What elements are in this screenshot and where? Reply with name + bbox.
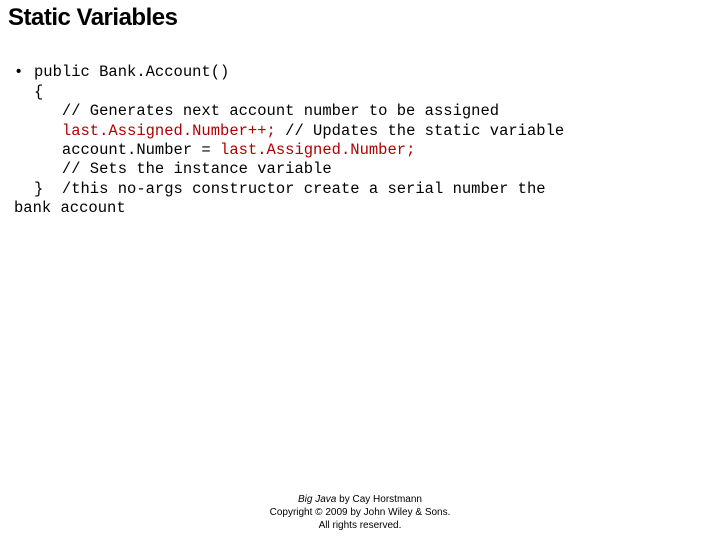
bullet-icon: • xyxy=(14,63,28,82)
footer-line-3: All rights reserved. xyxy=(0,519,720,532)
footer-author: by Cay Horstmann xyxy=(336,494,422,505)
footer-line-1: Big Java by Cay Horstmann xyxy=(0,493,720,506)
code-line-4-indent xyxy=(34,122,62,140)
code-line-4-red: last.Assigned.Number++; xyxy=(62,122,276,140)
code-line-5-red: last.Assigned.Number; xyxy=(220,141,415,159)
code-line-2: { xyxy=(34,83,43,101)
code-line-4-tail: // Updates the static variable xyxy=(276,122,564,140)
slide: Static Variables • public Bank.Account() … xyxy=(0,0,720,540)
code-line-7: } /this no-args constructor create a ser… xyxy=(34,180,546,198)
slide-title: Static Variables xyxy=(8,4,177,32)
code-line-8: bank account xyxy=(14,199,126,217)
footer: Big Java by Cay Horstmann Copyright © 20… xyxy=(0,493,720,532)
slide-body: • public Bank.Account() { // Generates ne… xyxy=(14,44,710,238)
footer-line-2: Copyright © 2009 by John Wiley & Sons. xyxy=(0,506,720,519)
code-line-5-head: account.Number = xyxy=(34,141,220,159)
footer-book-title: Big Java xyxy=(298,494,336,505)
code-line-1: public Bank.Account() xyxy=(34,63,229,81)
code-line-3: // Generates next account number to be a… xyxy=(34,102,499,120)
code-block: public Bank.Account() { // Generates nex… xyxy=(34,63,564,199)
code-line-6: // Sets the instance variable xyxy=(34,160,332,178)
